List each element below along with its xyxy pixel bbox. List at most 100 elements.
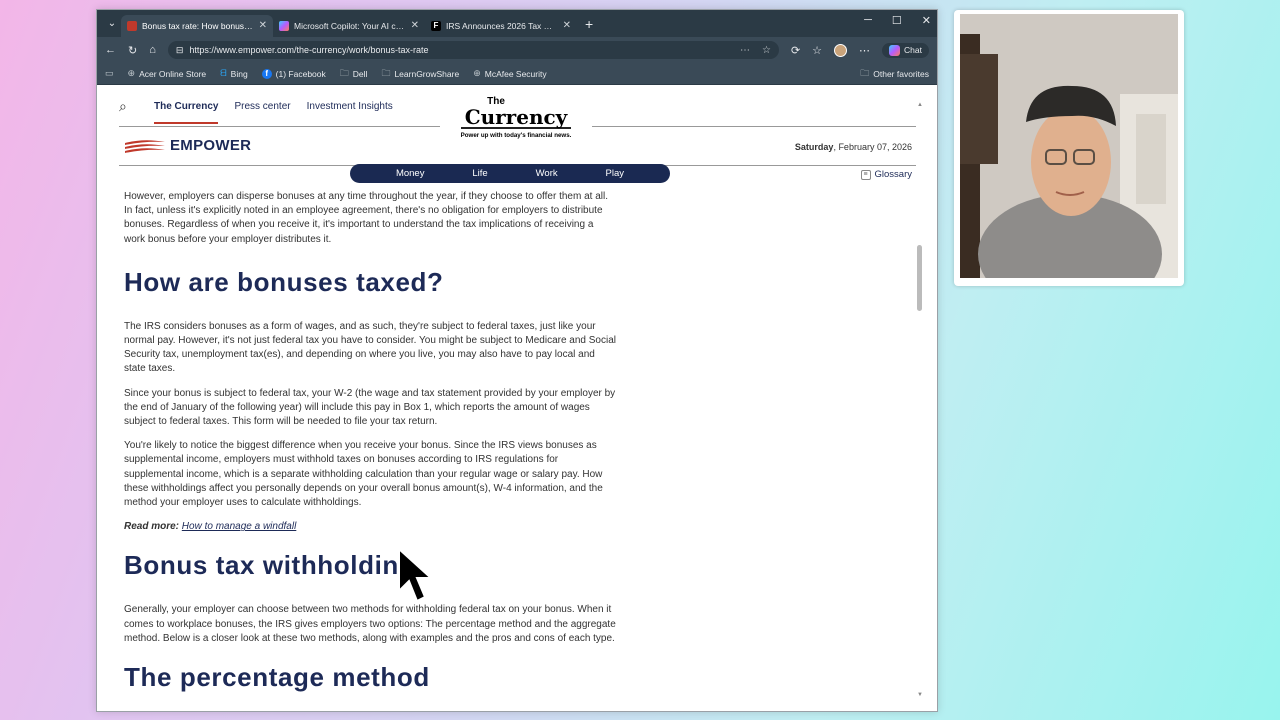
presenter-video-icon [960, 14, 1178, 278]
new-tab-icon[interactable]: + [585, 16, 593, 32]
close-window-icon[interactable]: ✕ [922, 14, 931, 27]
scroll-down-icon[interactable]: ▼ [917, 692, 923, 698]
globe-icon: ⊕ [127, 68, 136, 78]
empower-favicon-icon [127, 20, 137, 31]
read-more: Read more: How to manage a windfall [124, 520, 616, 534]
glossary-label: Glossary [874, 169, 912, 180]
favorites-bar: ▭ ⊕ Acer Online Store ᗺ Bing f (1) Facebook… [97, 63, 937, 85]
favorites-icon[interactable]: ☆ [812, 44, 822, 57]
close-tab-icon[interactable]: ✕ [563, 20, 571, 31]
section-money[interactable]: Money [396, 168, 425, 179]
mouse-cursor-icon [398, 547, 434, 603]
scroll-up-icon[interactable]: ▲ [917, 102, 923, 108]
favorite-label: McAfee Security [484, 68, 547, 79]
empower-swoosh-icon [125, 139, 165, 153]
webcam-feed [960, 14, 1178, 278]
section-nav: Money Life Work Play [350, 164, 670, 183]
other-favorites[interactable]: 🗀 Other favorites [860, 66, 929, 82]
logo-tagline: Power up with today's financial news. [460, 132, 572, 139]
copilot-favicon-icon [279, 20, 289, 31]
scrollbar-thumb[interactable] [917, 245, 922, 311]
address-bar-row: ← ↻ ⌂ ⊟ https://www.empower.com/the-curr… [97, 37, 937, 63]
glossary-link[interactable]: ≡ Glossary [860, 169, 912, 180]
favorite-mcafee[interactable]: ⊕ McAfee Security [473, 68, 546, 79]
section-life[interactable]: Life [472, 168, 487, 179]
nav-investment-insights[interactable]: Investment Insights [307, 101, 393, 124]
date-rest: , February 07, 2026 [833, 142, 912, 152]
favorites-toggle-icon[interactable]: ▭ [105, 68, 114, 79]
bing-icon: ᗺ [220, 68, 227, 78]
favorite-bing[interactable]: ᗺ Bing [220, 68, 248, 79]
folder-icon: 🗀 [860, 67, 870, 78]
heading-percentage-method: The percentage method [124, 662, 430, 693]
tab-title: Microsoft Copilot: Your AI compa [294, 20, 406, 31]
favorite-acer[interactable]: ⊕ Acer Online Store [128, 68, 207, 79]
favorite-label: LearnGrowShare [394, 68, 460, 79]
site-nav: The Currency Press center Investment Ins… [154, 101, 393, 124]
other-favorites-label: Other favorites [873, 68, 929, 79]
favorite-label: Bing [230, 68, 248, 79]
page-scrollbar[interactable]: ▲ ▼ [917, 93, 923, 698]
tab-bonus-tax-rate[interactable]: Bonus tax rate: How bonuses are t ✕ [121, 14, 273, 37]
profile-avatar[interactable] [834, 43, 848, 57]
the-currency-logo[interactable]: The Currency Power up with today's finan… [440, 97, 592, 143]
tab-irs-brackets[interactable]: F IRS Announces 2026 Tax Brackets, ✕ [425, 15, 577, 37]
intro-paragraph: However, employers can disperse bonuses … [124, 191, 608, 245]
logo-big-text: Currency [460, 107, 572, 129]
empower-logo[interactable]: EMPOWER [124, 137, 251, 154]
paragraph: Since your bonus is subject to federal t… [124, 387, 616, 428]
more-menu-icon[interactable]: ⋯ [859, 44, 870, 57]
nav-the-currency[interactable]: The Currency [154, 101, 219, 124]
copilot-chat-button[interactable]: Chat [882, 42, 929, 58]
favorite-facebook[interactable]: f (1) Facebook [261, 68, 326, 79]
read-more-label: Read more: [124, 521, 180, 533]
favorite-label: (1) Facebook [275, 68, 326, 79]
url-field[interactable]: ⊟ https://www.empower.com/the-currency/w… [167, 41, 779, 59]
favorite-learngrowshare[interactable]: 🗀 LearnGrowShare [381, 66, 459, 82]
section-play[interactable]: Play [606, 168, 624, 179]
maximize-icon[interactable]: ☐ [892, 14, 902, 27]
close-tab-icon[interactable]: ✕ [259, 20, 267, 31]
book-icon: ≡ [860, 169, 871, 180]
webcam-overlay [954, 10, 1184, 286]
article-body: However, employers can disperse bonuses … [124, 190, 616, 693]
favorite-star-icon[interactable]: ☆ [762, 45, 771, 56]
facebook-icon: f [261, 68, 272, 79]
web-page: ⌕ The Currency Press center Investment I… [104, 85, 924, 705]
tab-actions-icon[interactable]: ⌄ [103, 18, 121, 29]
home-icon[interactable]: ⌂ [149, 44, 156, 56]
favorite-dell[interactable]: 🗀 Dell [340, 66, 368, 82]
folder-icon: 🗀 [339, 67, 349, 78]
paragraph: You're likely to notice the biggest diff… [124, 440, 603, 509]
browser-window: ⌄ Bonus tax rate: How bonuses are t ✕ Mi… [96, 9, 938, 712]
folder-icon: 🗀 [381, 67, 391, 78]
url-text: https://www.empower.com/the-currency/wor… [189, 45, 429, 55]
nav-press-center[interactable]: Press center [234, 101, 290, 124]
chat-label: Chat [904, 45, 922, 55]
heading-how-taxed: How are bonuses taxed? [124, 266, 444, 297]
reader-icon[interactable]: ⋯ [740, 45, 750, 56]
globe-icon: ⊕ [473, 68, 481, 78]
read-more-link[interactable]: How to manage a windfall [182, 521, 297, 532]
tab-bar: ⌄ Bonus tax rate: How bonuses are t ✕ Mi… [97, 10, 937, 37]
minimize-icon[interactable]: ─ [864, 14, 872, 27]
search-icon[interactable]: ⌕ [119, 98, 127, 115]
section-work[interactable]: Work [536, 168, 558, 179]
back-icon[interactable]: ← [105, 44, 116, 56]
tab-title: Bonus tax rate: How bonuses are t [142, 20, 254, 31]
site-info-icon[interactable]: ⊟ [176, 45, 184, 56]
tab-title: IRS Announces 2026 Tax Brackets, [446, 20, 558, 31]
refresh-icon[interactable]: ↻ [128, 44, 137, 57]
close-tab-icon[interactable]: ✕ [411, 20, 419, 31]
forbes-favicon-icon: F [431, 20, 441, 31]
favorite-label: Dell [352, 68, 368, 79]
date-day: Saturday [794, 142, 834, 152]
brand-name: EMPOWER [170, 137, 252, 154]
site-header: ⌕ The Currency Press center Investment I… [104, 85, 924, 193]
extensions-icon[interactable]: ⟳ [791, 44, 800, 57]
tab-copilot[interactable]: Microsoft Copilot: Your AI compa ✕ [273, 15, 425, 37]
paragraph: Generally, your employer can choose betw… [124, 604, 616, 644]
paragraph: The IRS considers bonuses as a form of w… [124, 320, 617, 375]
heading-withholding: Bonus tax withholding [124, 550, 416, 581]
copilot-icon [889, 44, 901, 56]
